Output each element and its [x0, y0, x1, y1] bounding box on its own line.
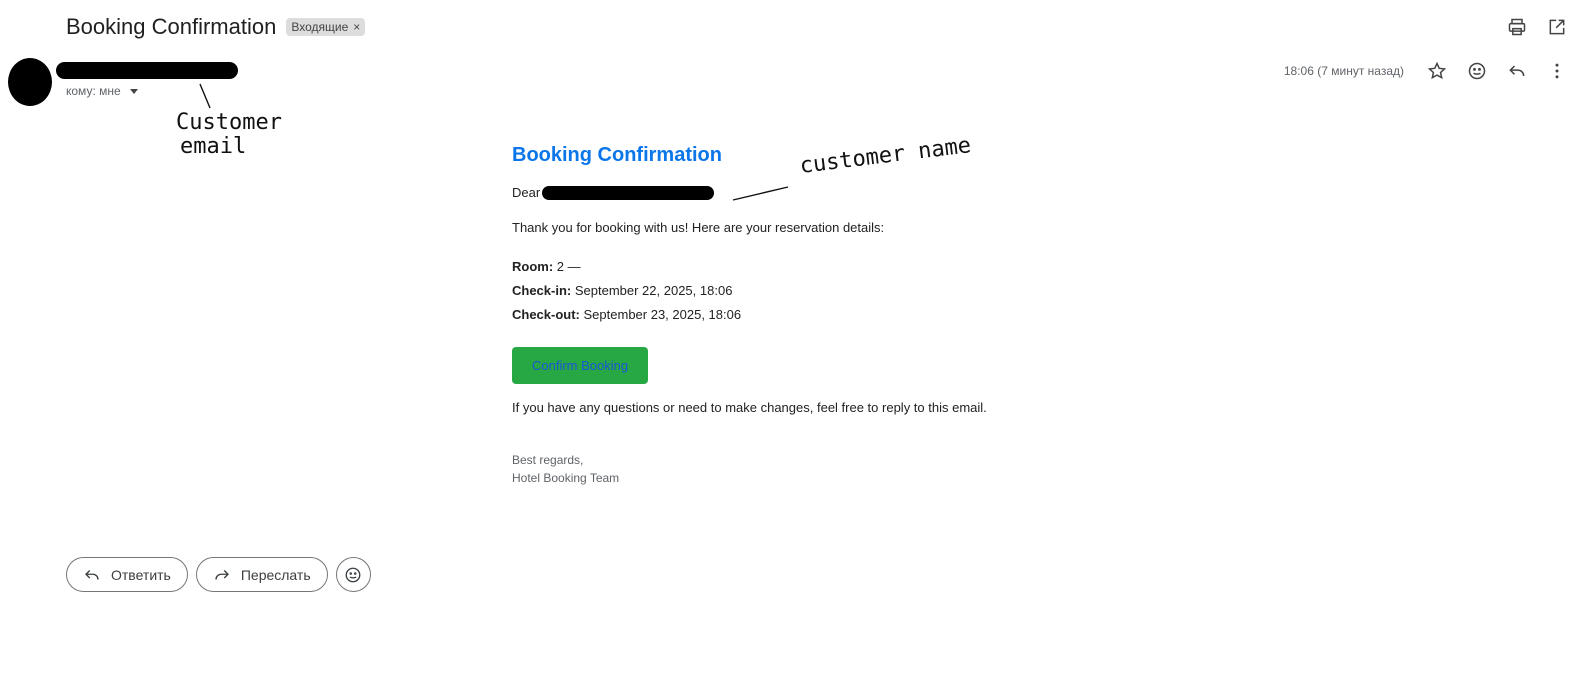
email-body: Booking Confirmation Dear Thank you for …	[512, 144, 1072, 487]
greeting-row: Dear	[512, 185, 1072, 200]
emoji-icon[interactable]	[1466, 60, 1488, 82]
top-actions	[1506, 16, 1568, 38]
subject-row: Booking Confirmation Входящие ×	[66, 14, 366, 40]
regards-text: Best regards,	[512, 453, 584, 467]
signoff: Best regards, Hotel Booking Team	[512, 451, 1072, 487]
more-vert-icon[interactable]	[1546, 60, 1568, 82]
intro-text: Thank you for booking with us! Here are …	[512, 220, 885, 235]
chevron-down-icon	[129, 88, 138, 94]
team-name: Hotel Booking Team	[512, 471, 620, 485]
email-heading: Booking Confirmation	[512, 144, 722, 166]
reply-button-label: Ответить	[111, 566, 171, 583]
reply-icon[interactable]	[1506, 60, 1528, 82]
checkin-detail: Check-in: September 22, 2025, 18:06	[512, 283, 1072, 298]
bottom-actions: Ответить Переслать	[66, 557, 371, 592]
forward-button[interactable]: Переслать	[195, 557, 328, 592]
room-detail: Room: 2 —	[512, 259, 1072, 274]
checkin-label: Check-in:	[512, 283, 572, 298]
avatar	[8, 58, 52, 106]
star-icon[interactable]	[1426, 60, 1448, 82]
emoji-reaction-button[interactable]	[335, 557, 371, 592]
open-in-new-icon[interactable]	[1546, 16, 1568, 38]
print-icon[interactable]	[1506, 16, 1528, 38]
checkout-label: Check-out:	[512, 307, 580, 322]
customer-name-redaction	[542, 185, 715, 200]
emoji-icon	[345, 567, 361, 582]
checkout-value: September 23, 2025, 18:06	[583, 307, 742, 322]
reply-button[interactable]: Ответить	[66, 557, 188, 592]
message-meta-row: 18:06 (7 минут назад)	[1284, 60, 1568, 82]
inbox-label-text: Входящие	[291, 20, 349, 34]
email-subject: Booking Confirmation	[66, 14, 277, 39]
reply-icon	[85, 569, 99, 580]
forward-icon	[215, 569, 229, 580]
forward-button-label: Переслать	[240, 566, 311, 583]
room-value: 2 —	[556, 259, 581, 274]
annotation-customer-email-line2: email	[180, 134, 247, 159]
recipient-details-toggle[interactable]: кому: мне	[66, 84, 138, 98]
recipient-label: кому: мне	[66, 84, 121, 98]
questions-text: If you have any questions or need to mak…	[512, 400, 987, 415]
message-timestamp: 18:06 (7 минут назад)	[1283, 64, 1404, 78]
confirm-booking-button[interactable]: Confirm Booking	[512, 347, 649, 384]
greeting-text: Dear	[512, 185, 541, 200]
annotation-customer-email-line1: Customer	[176, 110, 282, 135]
email-annotation-line	[199, 83, 211, 109]
checkin-value: September 22, 2025, 18:06	[574, 283, 733, 298]
sender-redaction	[56, 62, 238, 79]
remove-label-button[interactable]: ×	[353, 20, 360, 34]
inbox-label-chip[interactable]: Входящие ×	[286, 18, 366, 36]
room-label: Room:	[512, 259, 554, 274]
checkout-detail: Check-out: September 23, 2025, 18:06	[512, 307, 1072, 322]
